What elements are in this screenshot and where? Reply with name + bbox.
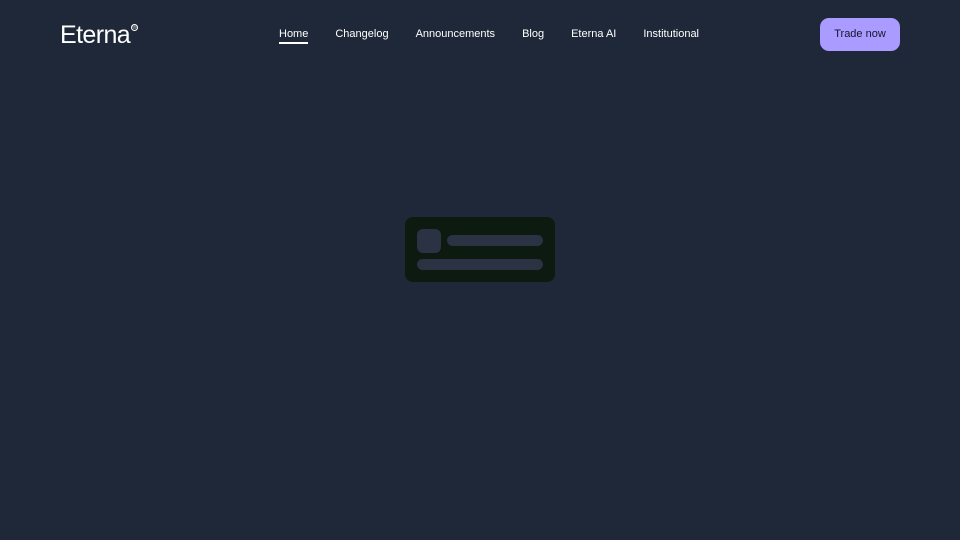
logo-wordmark: Eterna xyxy=(60,21,131,49)
nav-item-blog[interactable]: Blog xyxy=(522,25,544,43)
trade-now-button[interactable]: Trade now xyxy=(820,18,900,51)
nav-item-eterna-ai[interactable]: Eterna AI xyxy=(571,25,616,43)
nav-item-changelog[interactable]: Changelog xyxy=(335,25,388,43)
main-navigation: Home Changelog Announcements Blog Eterna… xyxy=(279,25,699,45)
registered-mark-icon: ® xyxy=(131,24,139,31)
nav-item-institutional[interactable]: Institutional xyxy=(643,25,699,43)
nav-item-announcements[interactable]: Announcements xyxy=(416,25,496,43)
placeholder-line-bottom xyxy=(417,259,543,270)
eterna-logo[interactable]: Eterna ® xyxy=(60,20,139,50)
site-header: Eterna ® Home Changelog Announcements Bl… xyxy=(0,0,960,68)
nav-item-home[interactable]: Home xyxy=(279,25,309,44)
placeholder-line-top xyxy=(447,235,543,246)
page: Eterna ® Home Changelog Announcements Bl… xyxy=(0,0,960,540)
loading-placeholder-card xyxy=(405,217,555,282)
placeholder-avatar xyxy=(417,229,441,253)
